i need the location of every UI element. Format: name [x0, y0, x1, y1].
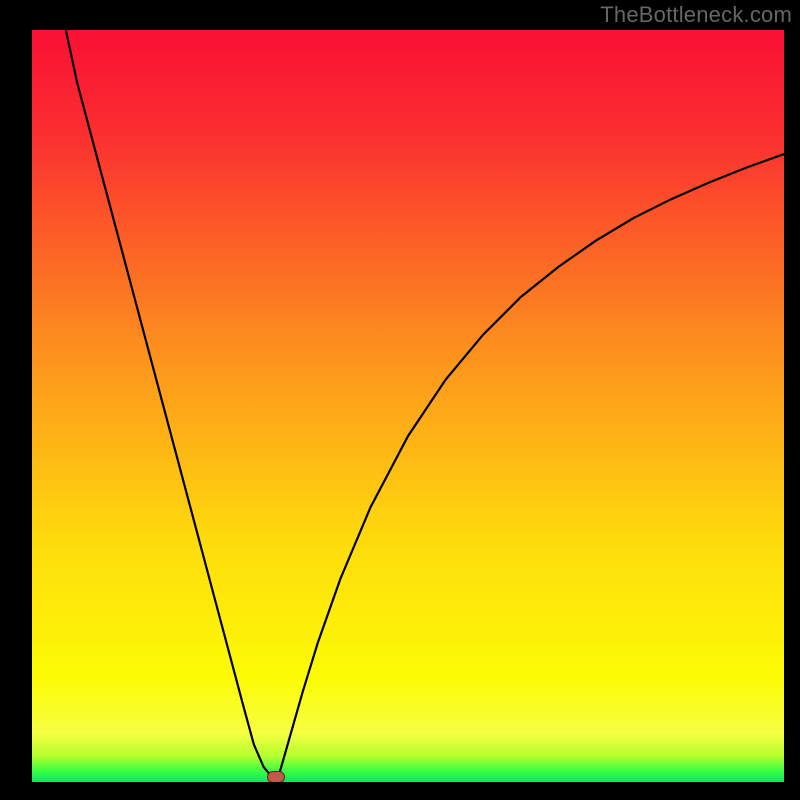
plot-area [32, 30, 784, 782]
background-heatmap [32, 30, 784, 782]
optimum-marker [267, 771, 285, 782]
watermark-text: TheBottleneck.com [600, 2, 792, 28]
chart-frame: TheBottleneck.com [0, 0, 800, 800]
